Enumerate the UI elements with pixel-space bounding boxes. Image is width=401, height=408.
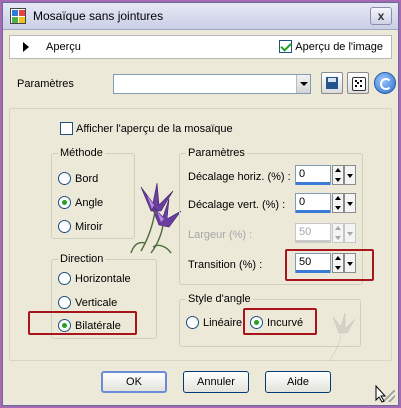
chevron-down-icon[interactable]: [344, 193, 356, 213]
title-bar[interactable]: Mosaïque sans jointures x: [3, 3, 398, 30]
tile-preview-check-icon[interactable]: [60, 122, 73, 135]
width-label: Largeur (%) :: [188, 229, 253, 241]
vert-offset-label: Décalage vert. (%) :: [188, 199, 286, 211]
app-icon: [10, 8, 26, 24]
tile-preview-label: Afficher l'aperçu de la mosaïque: [76, 122, 233, 135]
width-stepper: 50: [295, 223, 356, 245]
direction-option-horizontale[interactable]: Horizontale: [58, 272, 131, 285]
transition-highlight: [285, 249, 374, 281]
show-preview-label: Aperçu de l'image: [295, 40, 383, 53]
chevron-down-icon[interactable]: [344, 165, 356, 185]
help-button[interactable]: Aide: [265, 371, 331, 393]
horiz-offset-slider[interactable]: [296, 182, 330, 185]
tile-preview-checkbox[interactable]: Afficher l'aperçu de la mosaïque: [60, 122, 233, 135]
horiz-offset-stepper[interactable]: 0: [295, 165, 356, 187]
spin-arrows-icon: [332, 223, 344, 243]
watermark-flower-image: [328, 313, 356, 362]
corner-style-group-title: Style d'angle: [186, 293, 253, 305]
show-preview-checkbox[interactable]: Aperçu de l'image: [279, 40, 383, 53]
radio-icon[interactable]: [58, 220, 71, 233]
expand-arrow-icon[interactable]: [23, 42, 29, 52]
method-option-angle[interactable]: Angle: [58, 196, 103, 209]
spin-arrows-icon[interactable]: [332, 193, 344, 213]
radio-icon[interactable]: [58, 196, 71, 209]
radio-icon[interactable]: [58, 172, 71, 185]
horiz-offset-label: Décalage horiz. (%) :: [188, 171, 291, 183]
dialog-window: Mosaïque sans jointures x Aperçu Aperçu …: [2, 2, 399, 406]
radio-icon[interactable]: [186, 316, 199, 329]
close-button[interactable]: x: [370, 7, 392, 25]
vert-offset-stepper[interactable]: 0: [295, 193, 356, 215]
cancel-button[interactable]: Annuler: [183, 371, 249, 393]
preview-bar[interactable]: Aperçu Aperçu de l'image: [9, 35, 392, 59]
params-group-title: Paramètres: [186, 147, 247, 159]
settings-label: Paramètres: [17, 78, 74, 90]
radio-icon[interactable]: [58, 296, 71, 309]
preview-label: Aperçu: [46, 41, 81, 53]
corner-option-lineaire[interactable]: Linéaire: [186, 316, 242, 329]
spin-arrows-icon[interactable]: [332, 165, 344, 185]
radio-icon[interactable]: [58, 272, 71, 285]
method-option-bord[interactable]: Bord: [58, 172, 98, 185]
chevron-down-icon[interactable]: [296, 75, 310, 93]
preset-select[interactable]: [113, 74, 311, 94]
flower-image: [130, 182, 182, 254]
ok-button[interactable]: OK: [101, 371, 167, 393]
mouse-cursor-icon: [375, 385, 387, 403]
bilaterale-highlight: [28, 311, 137, 335]
chevron-down-icon: [344, 223, 356, 243]
direction-group-title: Direction: [58, 253, 106, 265]
settings-row: Paramètres: [9, 69, 396, 99]
show-preview-check-icon[interactable]: [279, 40, 293, 53]
method-option-miroir[interactable]: Miroir: [58, 220, 103, 233]
transition-label: Transition (%) :: [188, 259, 263, 271]
method-group-title: Méthode: [58, 147, 105, 159]
randomize-dice-button[interactable]: [347, 72, 369, 94]
incurve-highlight: [243, 308, 317, 335]
save-preset-button[interactable]: [321, 72, 343, 94]
direction-option-verticale[interactable]: Verticale: [58, 296, 117, 309]
window-title: Mosaïque sans jointures: [33, 9, 164, 23]
vert-offset-slider[interactable]: [296, 210, 330, 213]
width-slider: [296, 240, 330, 243]
reset-button[interactable]: [374, 72, 396, 94]
